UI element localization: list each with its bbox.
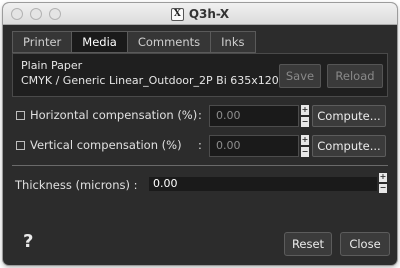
spin-down-icon[interactable]: − bbox=[301, 117, 309, 127]
spin-up-icon[interactable]: + bbox=[379, 173, 387, 182]
thickness-input[interactable]: 0.00 bbox=[149, 177, 377, 191]
tab-comments[interactable]: Comments bbox=[126, 31, 211, 53]
title-bar: X Q3h-X bbox=[3, 3, 397, 25]
vertical-compensation-input[interactable]: 0.00 bbox=[209, 135, 299, 157]
media-description: CMYK / Generic Linear_Outdoor_2P Bi 635x… bbox=[21, 74, 297, 87]
window-title: Q3h-X bbox=[188, 7, 230, 21]
spin-up-icon[interactable]: + bbox=[301, 105, 309, 115]
horizontal-compensation-checkbox[interactable] bbox=[16, 111, 25, 120]
spin-down-icon[interactable]: − bbox=[301, 147, 309, 157]
horizontal-spinner[interactable]: + − bbox=[301, 105, 309, 127]
media-name: Plain Paper bbox=[21, 59, 83, 72]
close-button[interactable]: Close bbox=[340, 232, 390, 256]
media-panel: Plain Paper CMYK / Generic Linear_Outdoo… bbox=[12, 53, 388, 97]
horizontal-compensation-label: Horizontal compensation (%) bbox=[30, 108, 198, 122]
spin-down-icon[interactable]: − bbox=[379, 184, 387, 193]
help-icon[interactable]: ? bbox=[23, 231, 33, 252]
vertical-compensation-label: Vertical compensation (%) bbox=[30, 138, 182, 152]
reload-button[interactable]: Reload bbox=[327, 64, 383, 88]
spin-up-icon[interactable]: + bbox=[301, 135, 309, 145]
section-divider bbox=[12, 165, 388, 166]
vertical-colon: : bbox=[198, 138, 202, 152]
vertical-compensation-checkbox[interactable] bbox=[16, 141, 25, 150]
vertical-compute-button[interactable]: Compute... bbox=[312, 135, 386, 157]
app-window: X Q3h-X Printer Media Comments Inks Plai… bbox=[3, 3, 397, 265]
save-button[interactable]: Save bbox=[279, 64, 321, 88]
title-group: X Q3h-X bbox=[3, 3, 397, 25]
thickness-spinner[interactable]: + − bbox=[379, 173, 387, 193]
tab-inks[interactable]: Inks bbox=[210, 31, 256, 53]
tab-printer[interactable]: Printer bbox=[12, 31, 72, 53]
thickness-label: Thickness (microns) : bbox=[15, 178, 138, 192]
horizontal-colon: : bbox=[198, 108, 202, 122]
x11-logo-icon: X bbox=[170, 7, 184, 21]
vertical-spinner[interactable]: + − bbox=[301, 135, 309, 157]
reset-button[interactable]: Reset bbox=[284, 232, 332, 256]
horizontal-compute-button[interactable]: Compute... bbox=[312, 105, 386, 127]
horizontal-compensation-input[interactable]: 0.00 bbox=[209, 105, 299, 127]
tab-media[interactable]: Media bbox=[71, 31, 127, 53]
tab-bar: Printer Media Comments Inks bbox=[12, 31, 256, 53]
